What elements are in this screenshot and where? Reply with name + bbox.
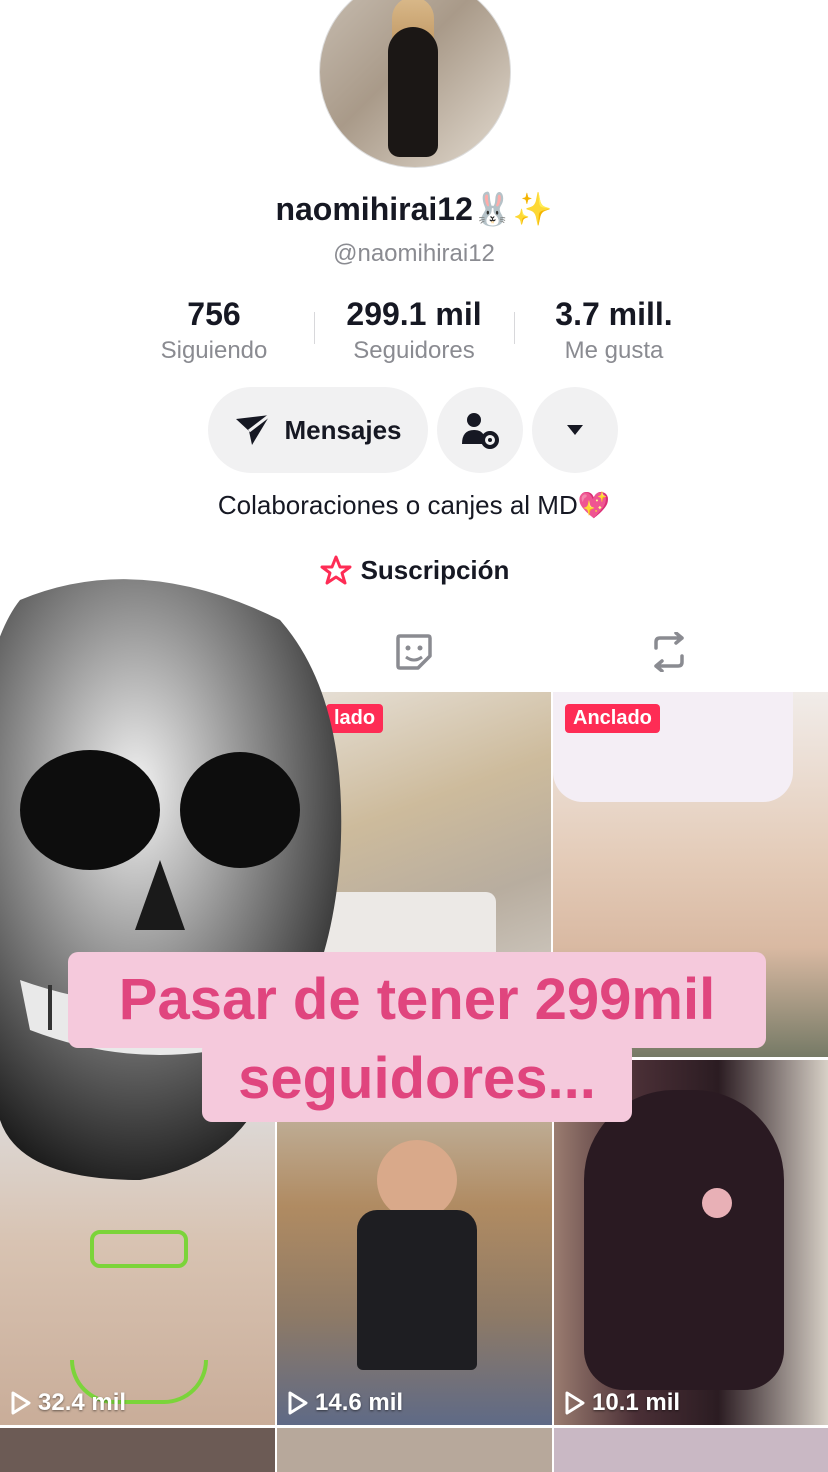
messages-button-label: Mensajes <box>284 414 402 445</box>
caption-line-2: seguidores... <box>202 1040 632 1122</box>
subscription-label: Suscripción <box>360 554 510 585</box>
profile-display-name: naomihirai12🐰✨ <box>275 191 553 227</box>
video-tile-7[interactable] <box>0 1428 275 1472</box>
profile-handle: @naomihirai12 <box>333 240 495 267</box>
tile-face <box>377 1140 457 1220</box>
messages-button[interactable]: Mensajes <box>208 387 428 473</box>
tile-top-garment <box>90 1230 188 1268</box>
tab-favorites[interactable] <box>394 632 434 677</box>
tile-cat-tag <box>702 1188 732 1218</box>
view-count-label: 32.4 mil <box>38 1389 127 1416</box>
send-icon <box>236 413 272 445</box>
tile-cat <box>584 1090 784 1390</box>
sticker-icon <box>396 634 432 670</box>
caption-line-1: Pasar de tener 299mil <box>68 952 766 1048</box>
profile-avatar[interactable] <box>319 0 511 168</box>
follow-settings-button[interactable] <box>437 387 523 473</box>
play-icon <box>288 1391 308 1415</box>
play-icon <box>11 1391 31 1415</box>
stat-followers[interactable]: 299.1 mil Seguidores <box>314 296 514 365</box>
stat-following-value: 756 <box>187 296 241 332</box>
caret-down-icon <box>567 425 583 435</box>
stat-following-label: Siguiendo <box>160 337 268 364</box>
view-count: 14.6 mil <box>287 1389 403 1417</box>
more-options-button[interactable] <box>532 387 618 473</box>
avatar-figure <box>388 27 438 157</box>
view-count-label: 14.6 mil <box>315 1389 404 1416</box>
view-count: 32.4 mil <box>10 1389 126 1417</box>
stat-likes-value: 3.7 mill. <box>555 296 673 332</box>
stat-likes[interactable]: 3.7 mill. Me gusta <box>514 296 714 365</box>
pinned-badge: Anclado <box>565 704 660 733</box>
stat-followers-value: 299.1 mil <box>346 296 482 332</box>
view-count-label: 10.1 mil <box>592 1389 681 1416</box>
stat-likes-label: Me gusta <box>564 337 664 364</box>
video-tile-8[interactable] <box>277 1428 552 1472</box>
play-icon <box>565 1391 585 1415</box>
view-count: 10.1 mil <box>564 1389 680 1417</box>
repost-icon <box>654 631 684 673</box>
stat-followers-label: Seguidores <box>353 337 475 364</box>
tile-top-black <box>357 1210 477 1370</box>
user-gear-icon <box>462 413 499 449</box>
profile-bio: Colaboraciones o canjes al MD💖 <box>217 490 611 520</box>
stat-following[interactable]: 756 Siguiendo <box>114 296 314 365</box>
tab-reposts[interactable] <box>648 631 690 677</box>
video-tile-9[interactable] <box>554 1428 828 1472</box>
